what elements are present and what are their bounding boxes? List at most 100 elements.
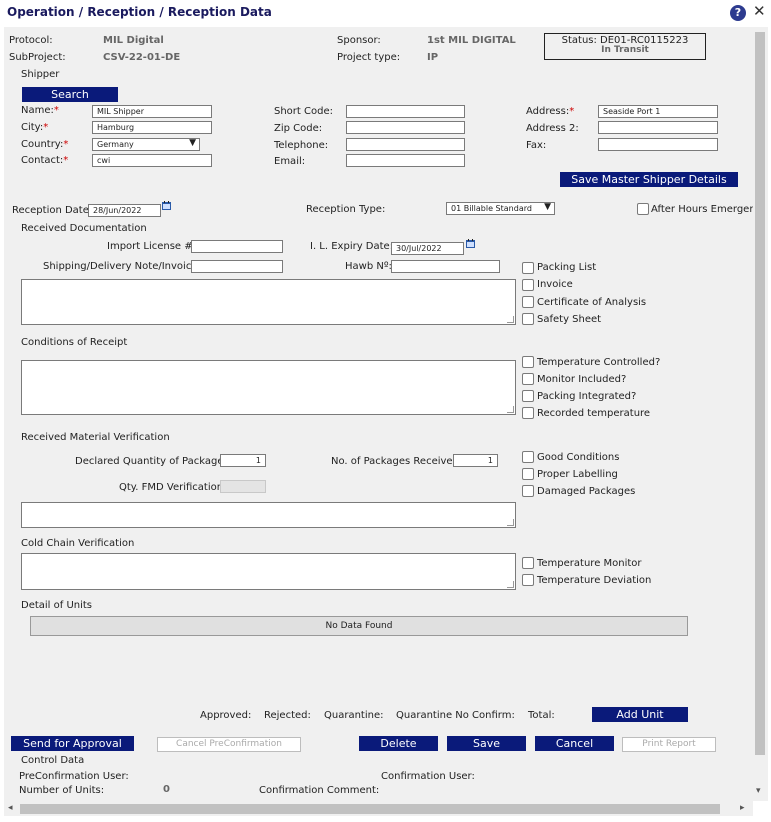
reception-type-label: Reception Type:	[306, 204, 386, 215]
number-of-units-value: 0	[163, 784, 170, 795]
name-label: Name:*	[21, 105, 59, 116]
packing-integrated-checkbox[interactable]	[522, 390, 534, 402]
declared-qty-field[interactable]: 1	[220, 454, 266, 467]
status-badge: In Transit	[601, 45, 649, 55]
address2-field[interactable]	[598, 121, 718, 134]
good-conditions-checkbox[interactable]	[522, 451, 534, 463]
shortcode-field[interactable]	[346, 105, 465, 118]
after-hours-checkbox[interactable]	[637, 203, 649, 215]
total-label: Total:	[528, 710, 555, 721]
search-button[interactable]: Search	[22, 87, 118, 102]
units-section: Detail of Units	[21, 600, 93, 611]
scroll-down-arrow-icon[interactable]: ▾	[756, 786, 761, 796]
temp-deviation-checkbox[interactable]	[522, 574, 534, 586]
sponsor-value: 1st MIL DIGITAL	[427, 35, 516, 46]
packing-list-label: Packing List	[537, 262, 597, 273]
projecttype-label: Project type:	[337, 52, 401, 63]
status-box: Status: DE01-RC0115223 In Transit	[544, 33, 706, 60]
conditions-section: Conditions of Receipt	[21, 337, 128, 348]
conditions-textarea[interactable]	[21, 360, 516, 415]
quarantine-label: Quarantine:	[324, 710, 384, 721]
import-license-field[interactable]	[191, 240, 283, 253]
il-expiry-field[interactable]: 30/Jul/2022	[391, 242, 464, 255]
packing-integrated-label: Packing Integrated?	[537, 391, 637, 402]
help-icon[interactable]: ?	[730, 5, 746, 21]
safety-sheet-checkbox[interactable]	[522, 313, 534, 325]
contact-label: Contact:*	[21, 155, 69, 166]
invoice-checkbox[interactable]	[522, 279, 534, 291]
packages-received-label: No. of Packages Received:	[331, 456, 463, 467]
print-report-button: Print Report	[622, 737, 716, 752]
delete-button[interactable]: Delete	[359, 736, 438, 751]
protocol-value: MIL Digital	[103, 35, 164, 46]
recorded-temp-label: Recorded temperature	[537, 408, 651, 419]
approved-label: Approved:	[200, 710, 252, 721]
reception-date-field[interactable]: 28/Jun/2022	[88, 204, 161, 217]
documentation-textarea[interactable]	[21, 279, 516, 325]
cold-chain-section: Cold Chain Verification	[21, 538, 135, 549]
shipper-section: Shipper	[21, 69, 60, 80]
protocol-label: Protocol:	[9, 35, 53, 46]
telephone-field[interactable]	[346, 138, 465, 151]
import-license-label: Import License #:	[107, 241, 196, 252]
city-field[interactable]: Hamburg	[92, 121, 212, 134]
hawb-label: Hawb Nº:	[345, 261, 392, 272]
il-expiry-label: I. L. Expiry Date:	[310, 241, 394, 252]
scroll-right-arrow-icon[interactable]: ▸	[740, 803, 745, 813]
scroll-left-arrow-icon[interactable]: ◂	[8, 803, 13, 813]
add-unit-button[interactable]: Add Unit	[592, 707, 688, 722]
country-label: Country:*	[21, 139, 69, 150]
declared-qty-label: Declared Quantity of Packages:	[75, 456, 233, 467]
address-field[interactable]: Seaside Port 1	[598, 105, 718, 118]
subproject-value: CSV-22-01-DE	[103, 52, 181, 63]
page-title: Operation / Reception / Reception Data	[7, 5, 272, 19]
vertical-scrollbar-thumb[interactable]	[755, 32, 765, 755]
damaged-packages-label: Damaged Packages	[537, 486, 636, 497]
packages-received-field[interactable]: 1	[453, 454, 498, 467]
hawb-field[interactable]	[391, 260, 500, 273]
name-field[interactable]: MIL Shipper	[92, 105, 212, 118]
fax-field[interactable]	[598, 138, 718, 151]
contact-field[interactable]: cwi	[92, 154, 212, 167]
fmd-field	[220, 480, 266, 493]
reception-date-label: Reception Date:	[12, 205, 93, 216]
rejected-label: Rejected:	[264, 710, 311, 721]
temp-monitor-checkbox[interactable]	[522, 557, 534, 569]
chevron-down-icon: ▼	[189, 138, 196, 148]
country-select[interactable]: Germany ▼	[92, 138, 200, 151]
calendar-icon[interactable]	[161, 200, 172, 211]
proper-labelling-checkbox[interactable]	[522, 468, 534, 480]
save-button[interactable]: Save	[447, 736, 526, 751]
monitor-included-checkbox[interactable]	[522, 373, 534, 385]
cold-chain-textarea[interactable]	[21, 553, 516, 590]
delivery-note-field[interactable]	[191, 260, 283, 273]
email-label: Email:	[274, 156, 306, 167]
sponsor-label: Sponsor:	[337, 35, 381, 46]
fax-label: Fax:	[526, 140, 547, 151]
material-textarea[interactable]	[21, 502, 516, 528]
zip-field[interactable]	[346, 121, 465, 134]
save-master-shipper-button[interactable]: Save Master Shipper Details	[560, 172, 738, 187]
confirmation-comment-label: Confirmation Comment:	[259, 785, 380, 796]
close-icon[interactable]: ✕	[753, 2, 766, 20]
city-label: City:*	[21, 122, 49, 133]
preconfirmation-user-label: PreConfirmation User:	[19, 771, 129, 782]
coa-checkbox[interactable]	[522, 296, 534, 308]
confirmation-user-label: Confirmation User:	[381, 771, 475, 782]
reception-type-select[interactable]: 01 Billable Standard ▼	[446, 202, 555, 215]
good-conditions-label: Good Conditions	[537, 452, 620, 463]
cancel-button[interactable]: Cancel	[535, 736, 614, 751]
calendar-icon[interactable]	[465, 238, 476, 249]
packing-list-checkbox[interactable]	[522, 262, 534, 274]
chevron-down-icon: ▼	[544, 202, 551, 212]
temp-controlled-checkbox[interactable]	[522, 356, 534, 368]
recorded-temp-checkbox[interactable]	[522, 407, 534, 419]
send-for-approval-button[interactable]: Send for Approval	[11, 736, 134, 751]
invoice-label: Invoice	[537, 279, 573, 290]
damaged-packages-checkbox[interactable]	[522, 485, 534, 497]
horizontal-scrollbar-thumb[interactable]	[20, 804, 720, 814]
email-field[interactable]	[346, 154, 465, 167]
fmd-label: Qty. FMD Verification:	[119, 482, 227, 493]
documentation-section: Received Documentation	[21, 223, 147, 234]
after-hours-label: After Hours Emerger	[651, 204, 754, 215]
